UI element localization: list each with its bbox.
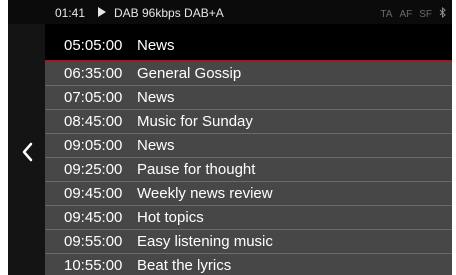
status-bar: 01:41 DAB 96kbps DAB+A TA AF SF — [8, 0, 452, 24]
list-item[interactable]: 10:55:00 Beat the lyrics — [45, 254, 452, 275]
programme-time: 06:35:00 — [64, 65, 123, 82]
programme-title: News — [137, 137, 175, 154]
list-item[interactable]: 07:05:00 News — [45, 86, 452, 110]
programme-time: 10:55:00 — [64, 257, 123, 274]
programme-title: Beat the lyrics — [137, 257, 232, 274]
programme-time: 05:05:00 — [64, 37, 123, 54]
programme-title: News — [137, 89, 175, 106]
radio-screen: 01:41 DAB 96kbps DAB+A TA AF SF 05:05:00… — [8, 0, 452, 275]
programme-time: 09:45:00 — [64, 185, 123, 202]
programme-title: Weekly news review — [137, 185, 273, 202]
programme-time: 09:25:00 — [64, 161, 123, 178]
sf-flag: SF — [419, 8, 432, 20]
programme-time: 07:05:00 — [64, 89, 123, 106]
programme-time: 09:05:00 — [64, 137, 123, 154]
programme-list: 06:35:00 General Gossip 07:05:00 News 08… — [45, 62, 452, 275]
programme-time: 09:45:00 — [64, 209, 123, 226]
side-panel — [8, 24, 45, 275]
programme-title: General Gossip — [137, 65, 242, 82]
list-item[interactable]: 06:35:00 General Gossip — [45, 62, 452, 86]
station-info: DAB 96kbps DAB+A — [114, 6, 224, 20]
play-icon — [98, 7, 106, 17]
programme-title: Music for Sunday — [137, 113, 253, 130]
list-item[interactable]: 09:55:00 Easy listening music — [45, 230, 452, 254]
programme-title: Easy listening music — [137, 233, 273, 250]
list-item[interactable]: 09:45:00 Hot topics — [45, 206, 452, 230]
programme-time: 09:55:00 — [64, 233, 123, 250]
status-flags: TA AF SF — [380, 6, 446, 21]
programme-title: Pause for thought — [137, 161, 256, 178]
clock: 01:41 — [55, 6, 86, 20]
af-flag: AF — [399, 8, 413, 20]
list-item[interactable]: 08:45:00 Music for Sunday — [45, 110, 452, 134]
current-programme[interactable]: 05:05:00 News — [45, 24, 452, 62]
programme-time: 08:45:00 — [64, 113, 123, 130]
list-item[interactable]: 09:25:00 Pause for thought — [45, 158, 452, 182]
programme-title: Hot topics — [137, 209, 204, 226]
back-button[interactable] — [8, 132, 45, 172]
chevron-left-icon — [22, 142, 32, 162]
ta-flag: TA — [380, 8, 393, 20]
list-item[interactable]: 09:45:00 Weekly news review — [45, 182, 452, 206]
list-item[interactable]: 09:05:00 News — [45, 134, 452, 158]
programme-title: News — [137, 37, 175, 54]
bluetooth-icon — [439, 6, 446, 21]
